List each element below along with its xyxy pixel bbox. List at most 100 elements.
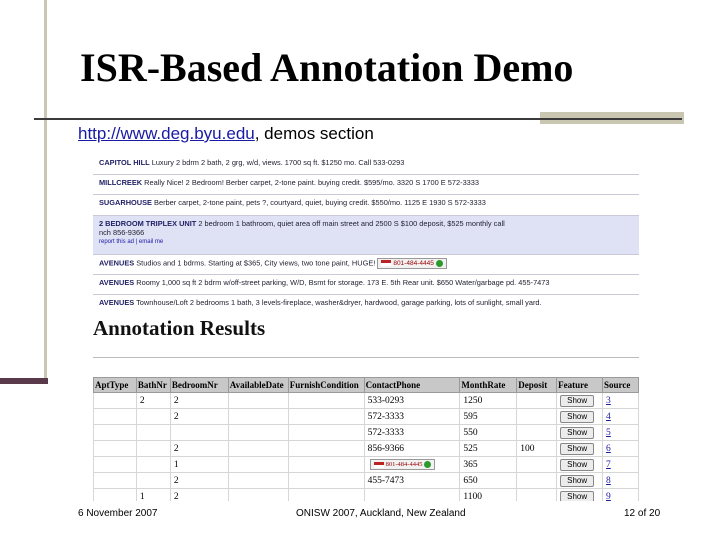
cell-deposit	[516, 408, 558, 425]
listing-item[interactable]: MILLCREEK Really Nice! 2 Bedroom! Berber…	[93, 175, 639, 195]
listing-text-continued: nch 856-9366	[99, 228, 145, 237]
footer-conference: ONISW 2007, Auckland, New Zealand	[296, 508, 466, 519]
results-table-container: AptType BathNr BedroomNr AvailableDate Furni…	[93, 377, 639, 501]
column-header: BedroomNr	[169, 377, 229, 393]
cell-availabledate	[227, 440, 289, 457]
cell-bathnr	[135, 472, 171, 489]
column-header: AvailableDate	[227, 377, 289, 393]
cell-availabledate	[227, 456, 289, 473]
listing-headline: AVENUES	[99, 278, 135, 287]
phone-widget[interactable]: 801-484-4445	[377, 258, 447, 269]
phone-widget[interactable]: 801-484-4445	[369, 459, 436, 470]
listing-text: Berber carpet, 2-tone paint, pets ?, cou…	[151, 198, 486, 207]
cell-availabledate	[227, 424, 289, 441]
show-feature-button[interactable]: Show	[560, 394, 595, 407]
cell-apttype	[93, 472, 137, 489]
call-icon	[435, 259, 443, 267]
source-link[interactable]: 3	[606, 396, 611, 406]
cell-furnishcondition	[287, 456, 365, 473]
listing-item[interactable]: AVENUES Studios and 1 bdrms. Starting at…	[93, 255, 639, 275]
cell-availabledate	[227, 392, 289, 409]
cell-furnishcondition	[287, 488, 365, 501]
column-header: Source	[602, 377, 639, 393]
listing-item[interactable]: SUGARHOUSE Berber carpet, 2-tone paint, …	[93, 195, 639, 216]
cell-furnishcondition	[287, 440, 365, 457]
cell-bathnr	[135, 424, 171, 441]
cell-source: 4	[602, 408, 639, 425]
slide-title: ISR-Based Annotation Demo	[80, 45, 574, 90]
results-table: AptType BathNr BedroomNr AvailableDate Furni…	[93, 377, 639, 501]
cell-contactphone: 533-0293	[363, 392, 461, 409]
listing-item[interactable]: 2 BEDROOM TRIPLEX UNIT 2 bedroom 1 bathr…	[93, 216, 639, 255]
cell-furnishcondition	[287, 424, 365, 441]
source-link[interactable]: 8	[606, 476, 611, 486]
cell-contactphone: 856-9366	[363, 440, 461, 457]
cell-monthrate: 1100	[459, 488, 518, 501]
cell-source: 5	[602, 424, 639, 441]
call-icon	[424, 461, 432, 469]
cell-availabledate	[227, 472, 289, 489]
flag-icon	[373, 461, 384, 468]
column-header: ContactPhone	[363, 377, 461, 393]
listing-headline: 2 BEDROOM TRIPLEX UNIT	[99, 219, 197, 228]
slide-left-strip	[44, 0, 47, 384]
column-header: Deposit	[516, 377, 558, 393]
cell-bathnr: 2	[135, 392, 171, 409]
source-link[interactable]: 6	[606, 444, 611, 454]
phone-number: 801-484-4445	[385, 461, 423, 468]
phone-number: 801-484-4445	[393, 260, 434, 267]
listing-item[interactable]: AVENUES Townhouse/Loft 2 bedrooms 1 bath…	[93, 295, 639, 309]
show-feature-button[interactable]: Show	[560, 474, 595, 487]
source-link[interactable]: 4	[606, 412, 611, 422]
cell-feature: Show	[556, 408, 604, 425]
slide-left-panel	[0, 0, 46, 384]
cell-bathnr	[135, 408, 171, 425]
table-row: 2 455-7473 650 Show 8	[93, 472, 639, 489]
cell-monthrate: 595	[459, 408, 518, 425]
column-header: FurnishCondition	[287, 377, 365, 393]
cell-bedroomnr: 2	[169, 392, 229, 409]
cell-contactphone	[363, 488, 461, 501]
results-divider	[93, 357, 639, 358]
listing-item[interactable]: CAPITOL HILL Luxury 2 bdrm 2 bath, 2 grg…	[93, 155, 639, 175]
cell-bedroomnr: 2	[169, 488, 229, 501]
slide-title-rule	[34, 118, 682, 120]
listing-headline: AVENUES	[99, 298, 135, 307]
table-row: 2 572-3333 595 Show 4	[93, 408, 639, 425]
cell-feature: Show	[556, 472, 604, 489]
column-header: AptType	[93, 377, 137, 393]
show-feature-button[interactable]: Show	[560, 426, 595, 439]
listing-text: Studios and 1 bdrms. Starting at $365, C…	[134, 258, 376, 268]
cell-feature: Show	[556, 392, 604, 409]
source-link[interactable]: 5	[606, 428, 611, 438]
column-header: Feature	[556, 377, 604, 393]
listing-text: Townhouse/Loft 2 bedrooms 1 bath, 3 leve…	[134, 298, 542, 307]
source-link[interactable]: 9	[606, 492, 611, 502]
cell-availabledate	[227, 408, 289, 425]
listing-actions[interactable]: report this ad | email me	[99, 239, 639, 245]
cell-furnishcondition	[287, 408, 365, 425]
slide-subtitle: http://www.deg.byu.edu, demos section	[78, 124, 374, 144]
subtitle-rest: , demos section	[254, 124, 374, 143]
cell-bathnr: 1	[135, 488, 171, 501]
source-link[interactable]: 7	[606, 460, 611, 470]
cell-bathnr	[135, 440, 171, 457]
cell-monthrate: 365	[459, 456, 518, 473]
table-row: 1 2 1100 Show 9	[93, 488, 639, 502]
show-feature-button[interactable]: Show	[560, 490, 595, 501]
show-feature-button[interactable]: Show	[560, 442, 595, 455]
cell-apttype	[93, 456, 137, 473]
show-feature-button[interactable]: Show	[560, 410, 595, 423]
listing-text: 2 bedroom 1 bathroom, quiet area off mai…	[196, 219, 505, 228]
listing-item[interactable]: AVENUES Roomy 1,000 sq ft 2 bdrm w/off-s…	[93, 275, 639, 295]
cell-deposit	[516, 392, 558, 409]
cell-bedroomnr: 2	[169, 408, 229, 425]
show-feature-button[interactable]: Show	[560, 458, 595, 471]
classified-listings: CAPITOL HILL Luxury 2 bdrm 2 bath, 2 grg…	[93, 155, 639, 309]
cell-bedroomnr: 1	[169, 456, 229, 473]
deg-link[interactable]: http://www.deg.byu.edu	[78, 124, 255, 143]
cell-contactphone: 455-7473	[363, 472, 461, 489]
cell-feature: Show	[556, 424, 604, 441]
cell-furnishcondition	[287, 392, 365, 409]
column-header: MonthRate	[459, 377, 518, 393]
